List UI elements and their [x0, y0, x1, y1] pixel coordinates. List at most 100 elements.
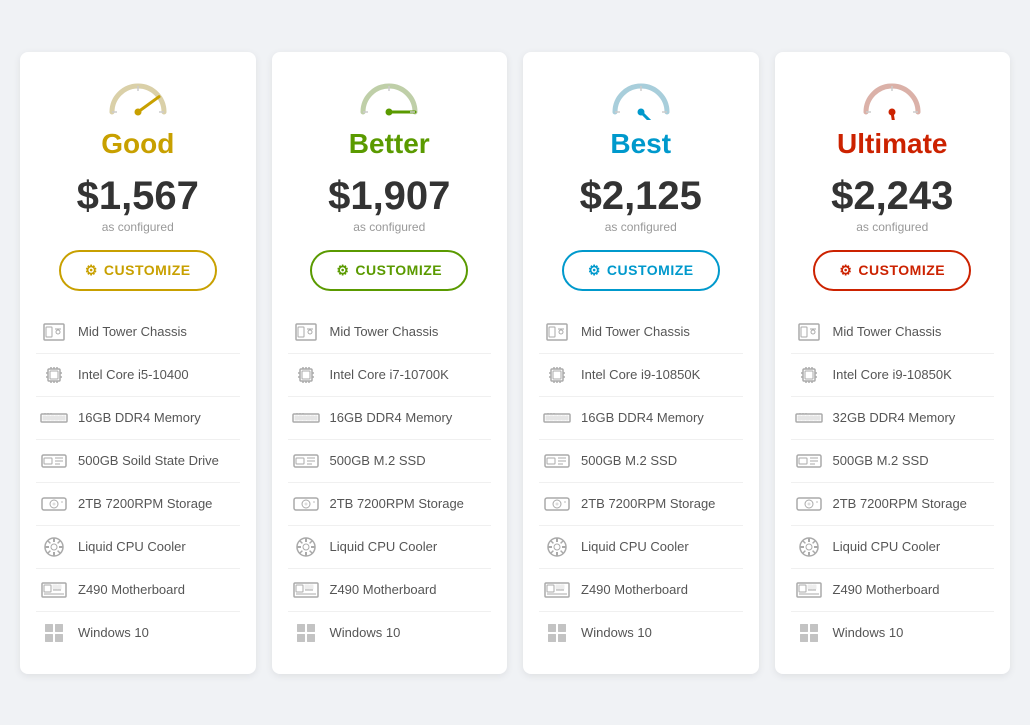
ssd-icon [795, 450, 823, 472]
customize-button-good[interactable]: ⚙ CUSTOMIZE [59, 250, 217, 291]
spec-text: Mid Tower Chassis [330, 324, 439, 339]
list-item: Mid Tower Chassis [288, 311, 492, 354]
list-item: 500GB M.2 SSD [791, 440, 995, 483]
spec-text: Windows 10 [78, 625, 149, 640]
spec-text: Liquid CPU Cooler [581, 539, 689, 554]
spec-text: 2TB 7200RPM Storage [78, 496, 212, 511]
ram-icon [292, 407, 320, 429]
spec-text: Z490 Motherboard [833, 582, 940, 597]
cpu-icon [292, 364, 320, 386]
spec-text: Mid Tower Chassis [833, 324, 942, 339]
mobo-icon [795, 579, 823, 601]
ram-icon [795, 407, 823, 429]
hdd-icon [795, 493, 823, 515]
hdd-icon [40, 493, 68, 515]
customize-button-best[interactable]: ⚙CUSTOMIZE [562, 250, 720, 291]
list-item: Intel Core i9-10850K [791, 354, 995, 397]
tier-title-ultimate: Ultimate [837, 128, 947, 160]
list-item: Liquid CPU Cooler [791, 526, 995, 569]
windows-icon [795, 622, 823, 644]
cpu-icon [543, 364, 571, 386]
spec-text: Intel Core i7-10700K [330, 367, 449, 382]
spec-text: Z490 Motherboard [330, 582, 437, 597]
list-item: Z490 Motherboard [36, 569, 240, 612]
spec-list-better: Mid Tower Chassis Intel Core i7-10700K [288, 311, 492, 654]
ram-icon [40, 407, 68, 429]
customize-label-good: CUSTOMIZE [104, 262, 191, 278]
list-item: Mid Tower Chassis [539, 311, 743, 354]
gauge-icon-better [353, 76, 425, 120]
cooler-icon [292, 536, 320, 558]
spec-text: 2TB 7200RPM Storage [330, 496, 464, 511]
card-ultimate: Ultimate $2,243 as configured ⚙ CUSTOMIZE Mi… [775, 52, 1011, 674]
as-configured-better: as configured [353, 220, 425, 234]
price-ultimate: $2,243 [831, 176, 953, 216]
spec-text: 2TB 7200RPM Storage [581, 496, 715, 511]
list-item: 32GB DDR4 Memory [791, 397, 995, 440]
spec-text: 16GB DDR4 Memory [78, 410, 201, 425]
tier-title-better: Better [349, 128, 430, 160]
list-item: 500GB Soild State Drive [36, 440, 240, 483]
list-item: Mid Tower Chassis [36, 311, 240, 354]
case-icon [40, 321, 68, 343]
spec-text: 500GB M.2 SSD [581, 453, 677, 468]
gauge-icon-good [102, 76, 174, 120]
spec-text: 16GB DDR4 Memory [581, 410, 704, 425]
gauge-icon-ultimate [856, 76, 928, 120]
list-item: Windows 10 [288, 612, 492, 654]
spec-list-best: Mid Tower Chassis Intel Core i9-10850K [539, 311, 743, 654]
tier-title-best: Best [610, 128, 671, 160]
ssd-icon [40, 450, 68, 472]
list-item: 16GB DDR4 Memory [36, 397, 240, 440]
tier-title-good: Good [101, 128, 174, 160]
card-good: Good$1,567as configured⚙CUSTOMIZE Mid To… [20, 52, 256, 674]
customize-label-ultimate: CUSTOMIZE [858, 262, 945, 278]
price-better: $1,907 [328, 176, 450, 216]
spec-text: Intel Core i5-10400 [78, 367, 189, 382]
cooler-icon [40, 536, 68, 558]
list-item: Intel Core i5-10400 [36, 354, 240, 397]
spec-text: Mid Tower Chassis [78, 324, 187, 339]
windows-icon [543, 622, 571, 644]
customize-button-ultimate[interactable]: ⚙ CUSTOMIZE [813, 250, 971, 291]
spec-text: Intel Core i9-10850K [833, 367, 952, 382]
cpu-icon [795, 364, 823, 386]
as-configured-good: as configured [102, 220, 174, 234]
case-icon [543, 321, 571, 343]
cooler-icon [543, 536, 571, 558]
spec-text: Liquid CPU Cooler [833, 539, 941, 554]
list-item: Intel Core i9-10850K [539, 354, 743, 397]
ssd-icon [543, 450, 571, 472]
ram-icon [543, 407, 571, 429]
list-item: 500GB M.2 SSD [288, 440, 492, 483]
customize-label-best: CUSTOMIZE [607, 262, 694, 278]
mobo-icon [40, 579, 68, 601]
list-item: Z490 Motherboard [288, 569, 492, 612]
case-icon [795, 321, 823, 343]
gear-icon: ⚙ [85, 262, 98, 279]
list-item: 2TB 7200RPM Storage [539, 483, 743, 526]
mobo-icon [543, 579, 571, 601]
as-configured-ultimate: as configured [856, 220, 928, 234]
list-item: Liquid CPU Cooler [539, 526, 743, 569]
list-item: Intel Core i7-10700K [288, 354, 492, 397]
list-item: Windows 10 [791, 612, 995, 654]
price-best: $2,125 [580, 176, 702, 216]
as-configured-best: as configured [605, 220, 677, 234]
list-item: Liquid CPU Cooler [36, 526, 240, 569]
spec-text: 500GB Soild State Drive [78, 453, 219, 468]
spec-text: Z490 Motherboard [78, 582, 185, 597]
spec-text: Liquid CPU Cooler [330, 539, 438, 554]
list-item: 16GB DDR4 Memory [288, 397, 492, 440]
list-item: 2TB 7200RPM Storage [791, 483, 995, 526]
list-item: Z490 Motherboard [791, 569, 995, 612]
cooler-icon [795, 536, 823, 558]
list-item: 500GB M.2 SSD [539, 440, 743, 483]
spec-text: 2TB 7200RPM Storage [833, 496, 967, 511]
spec-text: Liquid CPU Cooler [78, 539, 186, 554]
list-item: Windows 10 [36, 612, 240, 654]
ssd-icon [292, 450, 320, 472]
customize-button-better[interactable]: ⚙CUSTOMIZE [310, 250, 468, 291]
customize-label-better: CUSTOMIZE [355, 262, 442, 278]
gear-icon: ⚙ [839, 262, 852, 279]
